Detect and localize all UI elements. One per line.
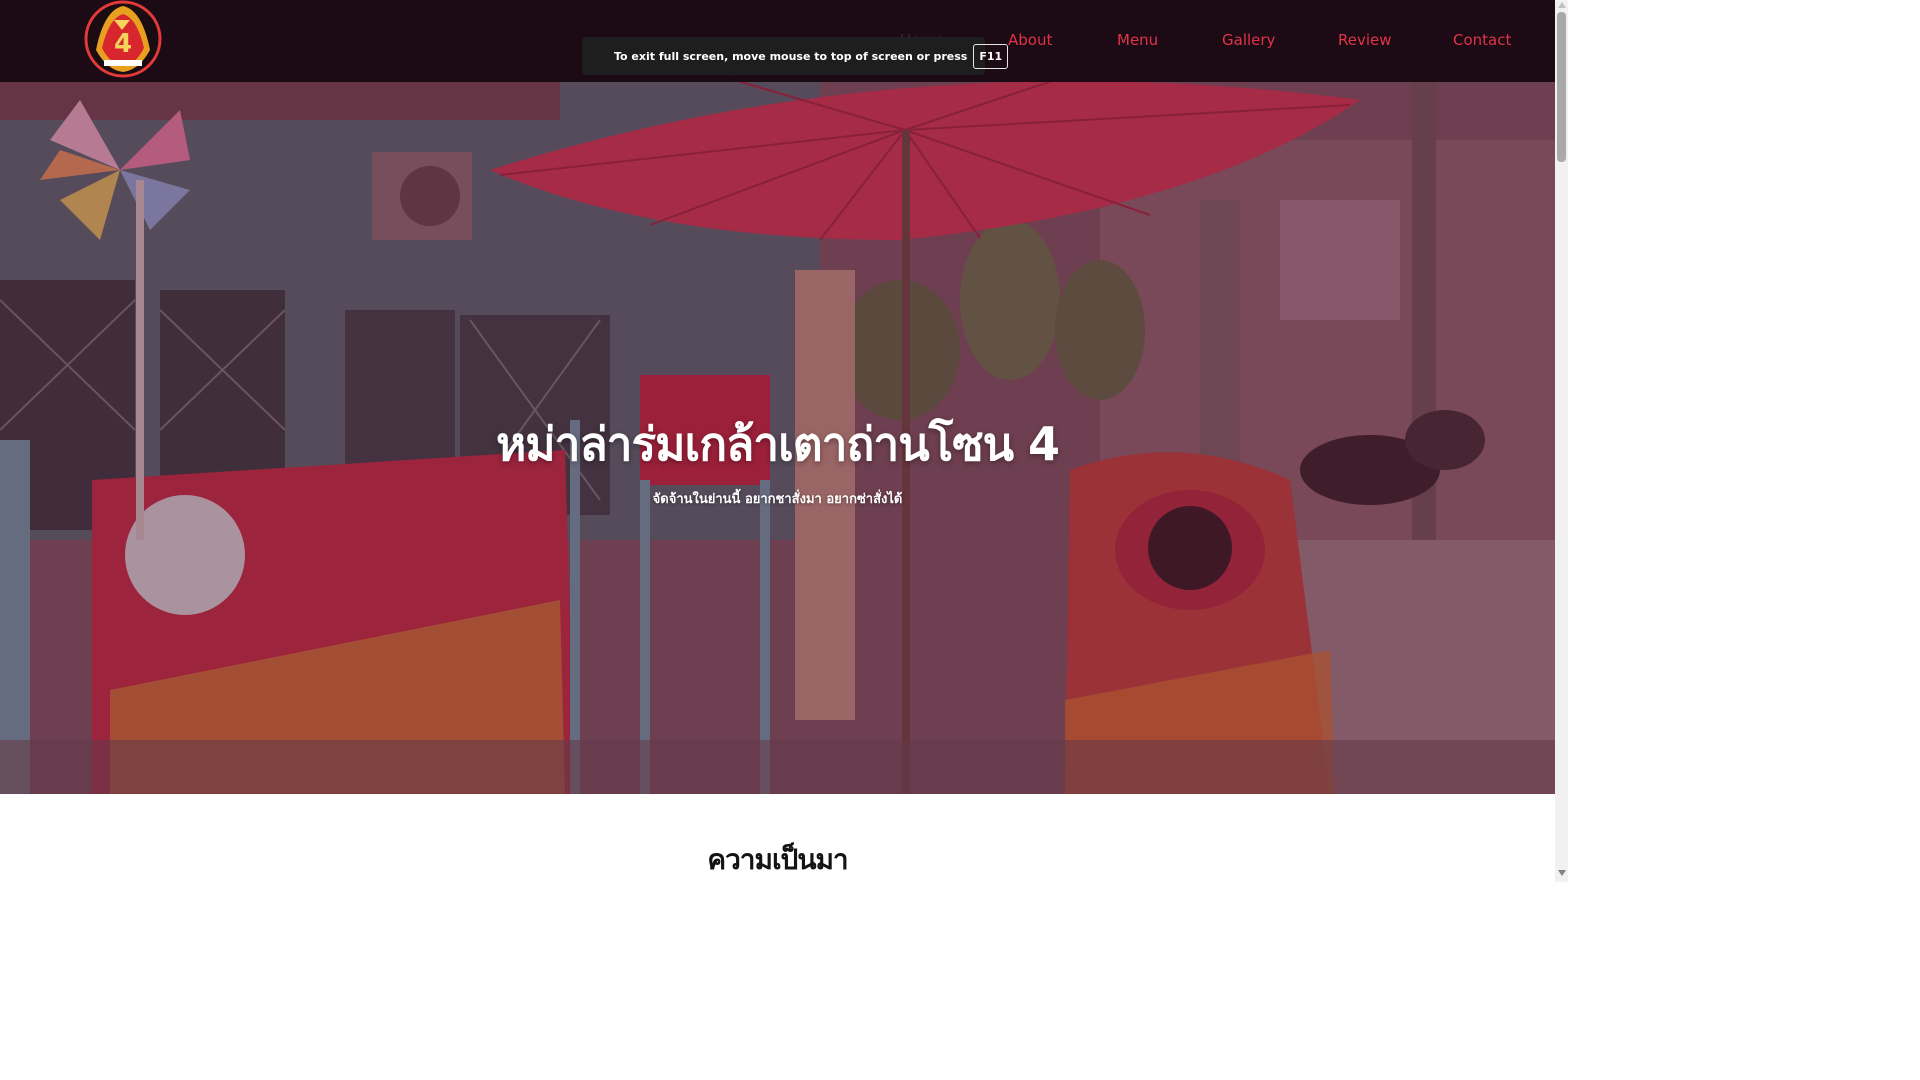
nav-link-gallery[interactable]: Gallery	[1222, 31, 1275, 49]
scroll-down-arrow-icon[interactable]	[1558, 870, 1566, 876]
nav-link-review[interactable]: Review	[1338, 31, 1392, 49]
page-scrollbar[interactable]	[1555, 0, 1568, 882]
fullscreen-notice-text: To exit full screen, move mouse to top o…	[614, 49, 968, 63]
svg-text:4: 4	[114, 29, 132, 59]
hero-dark-overlay	[0, 0, 1555, 794]
logo-emblem-icon: 4	[84, 0, 162, 78]
browser-viewport: หม่าล่าร่มเกล้าเตาถ่านโซน 4 จัดจ้านในย่า…	[0, 0, 1568, 882]
about-section-heading: ความเป็นมา	[707, 843, 848, 876]
scrollbar-thumb[interactable]	[1557, 12, 1566, 162]
nav-link-about[interactable]: About	[1008, 31, 1052, 49]
fullscreen-exit-notice: To exit full screen, move mouse to top o…	[582, 37, 1009, 75]
hero-banner: หม่าล่าร่มเกล้าเตาถ่านโซน 4 จัดจ้านในย่า…	[0, 0, 1555, 794]
scroll-up-arrow-icon[interactable]	[1558, 2, 1566, 8]
nav-link-menu[interactable]: Menu	[1117, 31, 1158, 49]
hero-subtitle: จัดจ้านในย่านนี้ อยากชาสั่งมา อยากซ่าสั่…	[652, 492, 903, 507]
nav-link-contact[interactable]: Contact	[1453, 31, 1511, 49]
f11-key-badge: F11	[973, 43, 1009, 69]
hero-title: หม่าล่าร่มเกล้าเตาถ่านโซน 4	[495, 417, 1060, 471]
restaurant-logo-icon[interactable]: 4	[84, 0, 162, 78]
